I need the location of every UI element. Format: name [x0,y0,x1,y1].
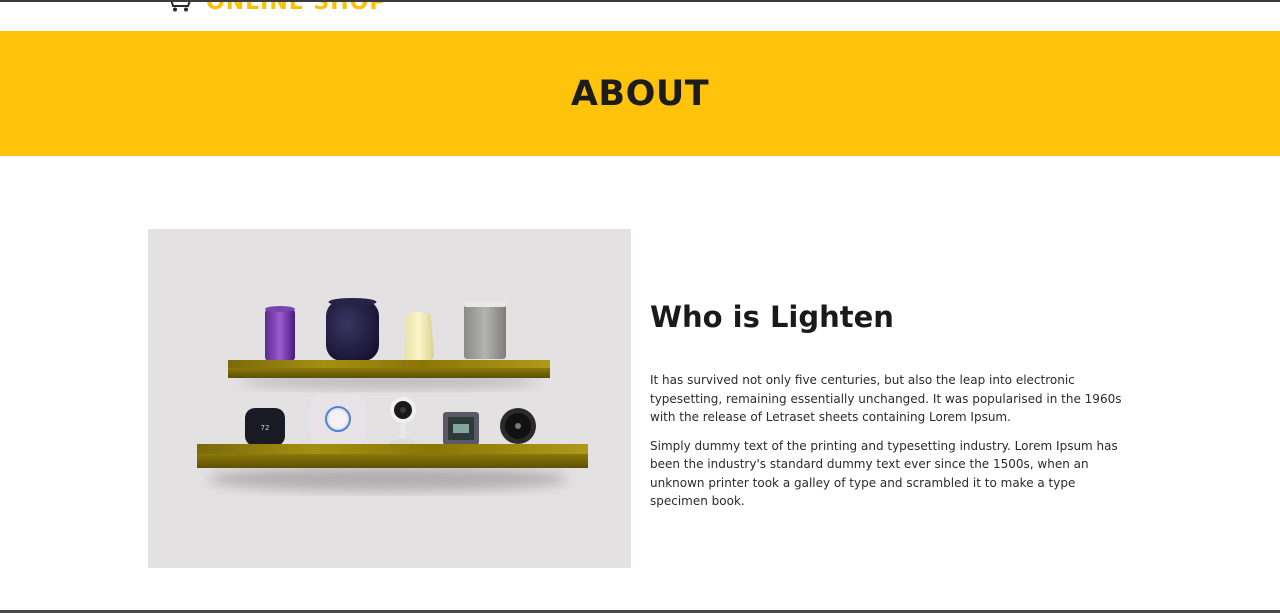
brand-name: ONLINE SHOP [206,0,387,15]
about-paragraph-2: Simply dummy text of the printing and ty… [650,438,1118,509]
about-text: Who is Lighten It has survived not only … [650,300,1130,521]
nest-thermostat [500,408,536,444]
nest-cam [389,397,417,447]
google-home-speaker [404,312,434,361]
about-image: 72 [148,229,631,568]
top-navigation-bar: ONLINE SHOP [0,0,1280,31]
lower-shelf [197,444,588,468]
page-banner: ABOUT [0,31,1280,156]
homepod-speaker [326,298,379,361]
shelves-illustration: 72 [197,298,588,491]
nest-protect-detector [310,394,366,446]
about-heading: Who is Lighten [650,300,894,334]
cart-icon [170,2,191,11]
thermostat-reading: 72 [261,424,270,432]
thermostat-display [443,412,479,445]
about-paragraph-1: It has survived not only five centuries,… [650,373,1122,424]
purple-speaker [265,306,295,361]
page-title: ABOUT [570,73,710,114]
brand-logo[interactable]: ONLINE SHOP [162,0,387,15]
upper-shelf [228,360,550,378]
ecobee-thermostat: 72 [245,408,285,446]
sonos-speaker [464,302,506,359]
